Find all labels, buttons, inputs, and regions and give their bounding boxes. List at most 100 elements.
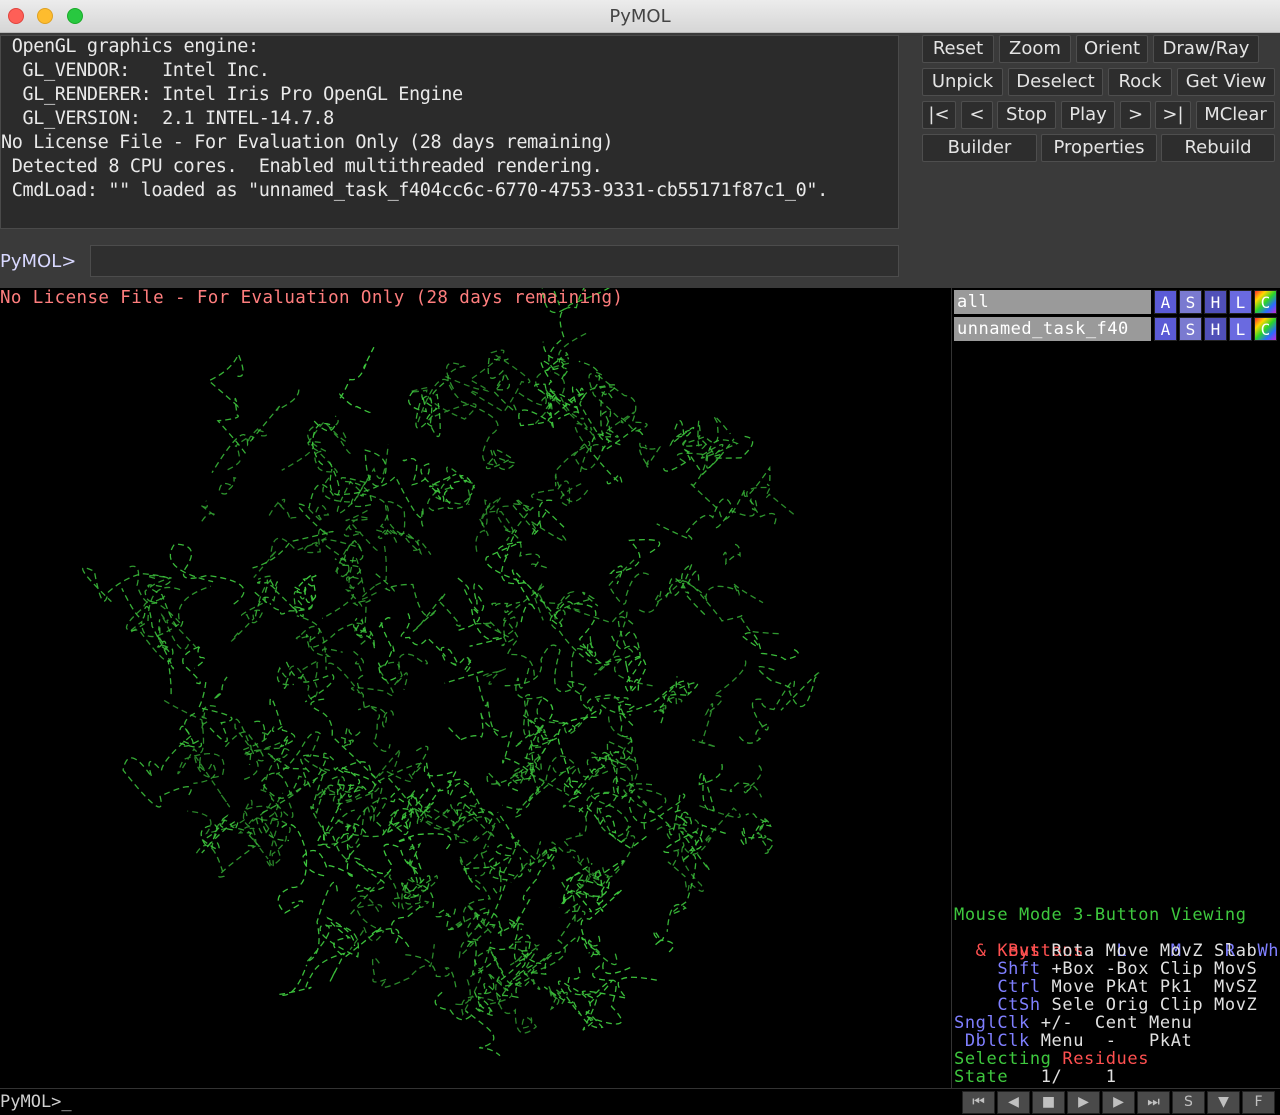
ribbon-segment — [356, 444, 398, 543]
ribbon-segment — [717, 782, 752, 793]
ribbon-segment — [279, 752, 335, 788]
hide-button[interactable]: H — [1204, 317, 1227, 341]
ribbon-segment — [230, 575, 273, 642]
ribbon-segment — [558, 351, 570, 380]
ribbon-segment — [254, 720, 283, 742]
reset-button[interactable]: Reset — [922, 35, 994, 63]
ribbon-segment — [307, 426, 338, 473]
hide-button[interactable]: H — [1204, 290, 1227, 314]
ribbon-segment — [698, 763, 723, 811]
builder-button[interactable]: Builder — [922, 134, 1037, 162]
ribbon-segment — [475, 494, 503, 552]
movie-play-icon[interactable]: ▶ — [1067, 1091, 1100, 1114]
play-button[interactable]: Play — [1061, 101, 1115, 129]
binding-values: Rota Move MovZ Slab — [1051, 941, 1258, 961]
license-warning: No License File - For Evaluation Only (2… — [0, 288, 624, 308]
properties-button[interactable]: Properties — [1041, 134, 1157, 162]
selecting-mode[interactable]: Selecting Residues — [954, 1050, 1149, 1068]
ribbon-segment — [487, 979, 538, 1034]
ribbon-segment — [688, 415, 731, 444]
ribbon-segment — [491, 601, 521, 613]
external-gui-panel: OpenGL graphics engine: GL_VENDOR: Intel… — [0, 33, 1280, 288]
mclear-button[interactable]: MClear — [1196, 101, 1275, 129]
ribbon-segment — [393, 653, 428, 690]
ribbon-segment — [402, 457, 457, 488]
command-input[interactable] — [90, 245, 899, 277]
zoom-button[interactable]: Zoom — [999, 35, 1071, 63]
show-button[interactable]: S — [1179, 317, 1202, 341]
label-button[interactable]: L — [1229, 317, 1252, 341]
ribbon-segment — [541, 388, 559, 415]
ribbon-segment — [567, 606, 654, 687]
binding-values: +/- Cent Menu — [1029, 1013, 1193, 1033]
deselect-button[interactable]: Deselect — [1008, 68, 1103, 96]
ribbon-segment — [315, 786, 339, 798]
ribbon-segment — [485, 448, 517, 471]
movie-prev-frame-icon[interactable]: ◀ — [997, 1091, 1030, 1114]
object-row-unnamed-task[interactable]: unnamed_task_f40 A S H L C — [954, 317, 1280, 341]
back-button[interactable]: < — [961, 101, 993, 129]
end-button[interactable]: >| — [1155, 101, 1191, 129]
ribbon-segment — [657, 690, 683, 716]
color-button[interactable]: C — [1254, 290, 1277, 314]
ribbon-segment — [340, 726, 361, 747]
ribbon-segment — [624, 655, 647, 693]
ribbon-segment — [504, 644, 591, 693]
ribbon-segment — [368, 705, 395, 752]
ribbon-segment — [200, 814, 239, 854]
object-name[interactable]: all — [954, 290, 1151, 314]
ribbon-segment — [122, 711, 198, 808]
mouse-mode-panel[interactable]: Mouse Mode 3-Button Viewing Buttons L M … — [954, 904, 1280, 1088]
ribbon-segment — [456, 576, 485, 613]
state-readout: State 1/ 1 — [954, 1068, 1117, 1086]
color-button[interactable]: C — [1254, 317, 1277, 341]
ribbon-segment — [653, 930, 675, 953]
protein-ribbon-graphic — [82, 288, 820, 1057]
object-name[interactable]: unnamed_task_f40 — [954, 317, 1151, 341]
ribbon-segment — [618, 676, 699, 726]
mouse-binding-row: Shft +Box -Box Clip MovS — [954, 960, 1257, 978]
ribbon-segment — [669, 420, 695, 447]
fullscreen-button[interactable]: F — [1242, 1091, 1275, 1114]
col-wheel: Wheel — [1257, 941, 1280, 961]
modifier: DblClk — [954, 1031, 1030, 1051]
ribbon-segment — [741, 632, 799, 661]
forward-button[interactable]: > — [1120, 101, 1151, 129]
label-button[interactable]: L — [1229, 290, 1252, 314]
unpick-button[interactable]: Unpick — [922, 68, 1003, 96]
mouse-binding-row: Ctrl Move PkAt Pk1 MvSZ — [954, 978, 1257, 996]
movie-menu-icon[interactable]: ▼ — [1207, 1091, 1240, 1114]
stop-button[interactable]: Stop — [997, 101, 1056, 129]
orient-button[interactable]: Orient — [1076, 35, 1148, 63]
bottom-bar: PyMOL>_ ⏮ ◀ ■ ▶ ▶ ⏭ S ▼ F — [0, 1088, 1280, 1115]
scene-button[interactable]: S — [1172, 1091, 1205, 1114]
rewind-button[interactable]: |< — [922, 101, 956, 129]
ribbon-segment — [558, 890, 604, 913]
get-view-button[interactable]: Get View — [1177, 68, 1275, 96]
ribbon-segment — [353, 650, 371, 711]
ribbon-segment — [343, 508, 378, 551]
viewer-command-prompt[interactable]: PyMOL>_ — [0, 1092, 72, 1112]
rebuild-button[interactable]: Rebuild — [1161, 134, 1275, 162]
ribbon-segment — [530, 935, 580, 975]
show-button[interactable]: S — [1179, 290, 1202, 314]
output-console[interactable]: OpenGL graphics engine: GL_VENDOR: Intel… — [0, 35, 899, 229]
ribbon-segment — [530, 480, 585, 507]
ribbon-segment — [482, 668, 506, 685]
object-row-all[interactable]: all A S H L C — [954, 290, 1280, 314]
ribbon-segment — [586, 940, 618, 966]
molecule-viewer[interactable]: No License File - For Evaluation Only (2… — [0, 288, 951, 1088]
action-button[interactable]: A — [1154, 290, 1177, 314]
movie-first-frame-icon[interactable]: ⏮ — [962, 1091, 995, 1114]
ribbon-segment — [193, 757, 217, 785]
draw-ray-button[interactable]: Draw/Ray — [1153, 35, 1259, 63]
rock-button[interactable]: Rock — [1108, 68, 1172, 96]
ribbon-segment — [638, 579, 764, 614]
ribbon-segment — [443, 349, 531, 413]
movie-stop-icon[interactable]: ■ — [1032, 1091, 1065, 1114]
ribbon-segment — [268, 498, 299, 521]
ribbon-segment — [608, 558, 650, 605]
movie-last-frame-icon[interactable]: ⏭ — [1137, 1091, 1170, 1114]
movie-next-frame-icon[interactable]: ▶ — [1102, 1091, 1135, 1114]
action-button[interactable]: A — [1154, 317, 1177, 341]
